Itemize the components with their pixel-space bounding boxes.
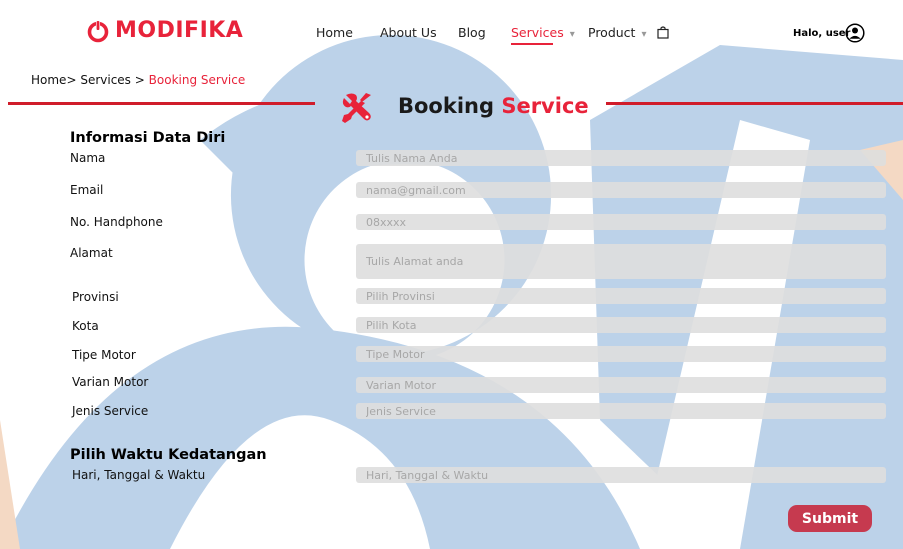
title-divider-right [606,102,903,105]
title-divider-left [8,102,315,105]
nav-product-label: Product [588,25,636,40]
label-phone: No. Handphone [70,215,163,229]
page-title-accent: Service [501,94,589,118]
nav-blog[interactable]: Blog [458,25,486,40]
nav-home[interactable]: Home [316,25,353,40]
nav-product[interactable]: Product ▾ [588,25,647,40]
jenis-service-select[interactable] [356,403,886,419]
page-title: Booking Service [398,94,589,118]
tools-icon [342,93,371,123]
label-jenis-service: Jenis Service [72,404,149,418]
breadcrumb-separator: > [66,73,77,87]
page-title-main: Booking [398,94,495,118]
nama-input[interactable] [356,150,886,166]
breadcrumb-current: Booking Service [148,73,246,87]
email-input[interactable] [356,182,886,198]
nav-services-label: Services [511,25,564,40]
breadcrumb-services[interactable]: Services [80,73,131,87]
active-underline [511,43,553,45]
label-nama: Nama [70,151,106,165]
label-alamat: Alamat [70,246,113,260]
varian-motor-select[interactable] [356,377,886,393]
user-circle-icon[interactable] [845,23,865,43]
breadcrumb-separator: > [134,73,145,87]
label-provinsi: Provinsi [72,290,119,304]
nav-about-us[interactable]: About Us [380,25,437,40]
chevron-down-icon: ▾ [569,29,575,40]
user-greeting: Halo, user [793,28,851,39]
top-navbar: MODIFIKA Home About Us Blog Services ▾ Pr… [0,0,903,62]
section-title-arrival: Pilih Waktu Kedatangan [70,447,267,463]
brand-logo[interactable]: MODIFIKA [86,18,243,43]
datetime-input[interactable] [356,467,886,483]
breadcrumb: Home> Services > Booking Service [31,73,245,87]
shopping-bag-icon[interactable] [657,26,669,39]
breadcrumb-home[interactable]: Home [31,73,66,87]
submit-button[interactable]: Submit [788,505,872,532]
nav-services[interactable]: Services ▾ [511,25,575,45]
provinsi-select[interactable] [356,288,886,304]
chevron-down-icon: ▾ [641,29,647,40]
power-logo-icon [87,20,109,42]
kota-select[interactable] [356,317,886,333]
alamat-input[interactable] [356,244,886,279]
label-varian-motor: Varian Motor [72,375,149,389]
label-datetime: Hari, Tanggal & Waktu [72,468,206,482]
label-kota: Kota [72,319,99,333]
section-title-personal: Informasi Data Diri [70,130,226,146]
phone-input[interactable] [356,214,886,230]
label-tipe-motor: Tipe Motor [72,348,136,362]
brand-name: MODIFIKA [115,18,244,43]
label-email: Email [70,183,104,197]
tipe-motor-select[interactable] [356,346,886,362]
